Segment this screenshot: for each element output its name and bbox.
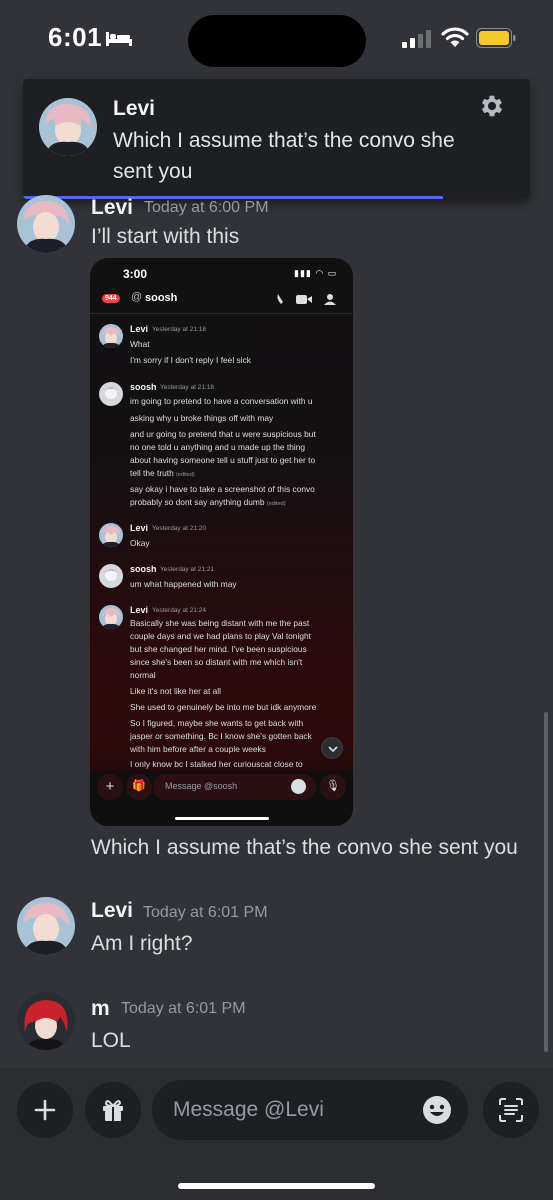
embedded-author: soosh — [130, 564, 157, 574]
embedded-avatar — [99, 605, 123, 629]
embedded-line: probably so dont say anything dumb (edit… — [130, 497, 286, 507]
embedded-line: She used to genuinely be into me but idk… — [130, 702, 317, 712]
embedded-avatar — [99, 324, 123, 348]
embedded-edited-label: (edited) — [176, 472, 195, 478]
embedded-line-text: probably so dont say anything dumb — [130, 497, 265, 507]
embedded-author: soosh — [130, 382, 157, 392]
message-text: I’ll start with this — [91, 225, 240, 248]
embedded-gift-icon: 🎁 — [126, 774, 152, 800]
embedded-channel-name: soosh — [145, 292, 178, 304]
embedded-line: and ur going to pretend that u were susp… — [130, 429, 316, 439]
avatar[interactable] — [17, 195, 75, 253]
embedded-line: jasper or something. Bc I know she's got… — [130, 731, 312, 741]
wifi-icon — [441, 27, 469, 47]
embedded-line: couple days and we had plans to play Val… — [130, 631, 311, 641]
embedded-line: about having someone tell u stuff just t… — [130, 455, 316, 465]
avatar[interactable] — [17, 992, 75, 1050]
gear-icon[interactable] — [478, 92, 506, 120]
battery-icon — [476, 28, 516, 48]
embedded-line: normal — [130, 670, 156, 680]
embedded-author: Levi — [130, 605, 149, 615]
embedded-line: tell the truth (edited) — [130, 468, 195, 478]
embedded-status-icons: ▮▮▮ ◠ ▭ — [294, 268, 338, 278]
cellular-signal-icon — [402, 30, 431, 48]
embedded-timestamp: Yesterday at 21:24 — [152, 607, 206, 614]
embedded-line: since she's been so distant with me whic… — [130, 657, 303, 667]
scrollbar[interactable] — [544, 712, 548, 1052]
embedded-author: Levi — [130, 523, 149, 533]
gift-button[interactable] — [85, 1082, 141, 1138]
embedded-emoji-icon — [291, 779, 306, 794]
message-text: Which I assume that’s the convo she sent… — [91, 836, 518, 859]
dynamic-island — [188, 15, 366, 67]
embedded-unread-badge: 944 — [102, 294, 120, 303]
embedded-message-placeholder: Message @soosh — [165, 781, 238, 791]
message-author[interactable]: m — [91, 997, 110, 1021]
embedded-plus-icon: + — [97, 774, 123, 800]
message-timestamp: Today at 6:01 PM — [121, 1000, 246, 1017]
message-text: LOL — [91, 1029, 131, 1052]
embedded-avatar — [99, 523, 123, 547]
embedded-line-text: tell the truth — [130, 468, 174, 478]
message-author[interactable]: Levi — [91, 899, 133, 923]
embedded-line: no one told u anything and u made up the… — [130, 442, 306, 452]
gift-icon — [103, 1100, 123, 1121]
message-timestamp: Today at 6:01 PM — [143, 904, 268, 921]
embedded-line: What — [130, 339, 150, 349]
embedded-home-indicator — [175, 817, 269, 820]
notification-text: Which I assume that’s the convo she sent… — [113, 129, 455, 183]
embedded-line: So I figured, maybe she wants to get bac… — [130, 718, 304, 728]
embedded-scroll-down-button — [321, 737, 343, 759]
add-attachment-button[interactable] — [17, 1082, 73, 1138]
embedded-edited-label: (edited) — [266, 501, 286, 507]
image-attachment[interactable]: 3:00 ▮▮▮ ◠ ▭ 944 @ soosh Levi Yesterday … — [90, 258, 353, 826]
message-input[interactable]: Message @Levi — [152, 1080, 468, 1140]
embedded-line: asking why u broke things off with may — [130, 413, 274, 423]
embedded-timestamp: Yesterday at 21:21 — [160, 566, 214, 573]
app-commands-icon — [499, 1098, 523, 1122]
emoji-icon[interactable] — [422, 1095, 452, 1125]
embedded-line: im going to pretend to have a conversati… — [130, 396, 313, 406]
embedded-line: I'm sorry if I don't reply I feel sick — [130, 355, 251, 365]
embedded-author: Levi — [130, 324, 149, 334]
embedded-line: with him before after a couple weeks — [130, 744, 266, 754]
embedded-timestamp: Yesterday at 21:20 — [152, 525, 206, 532]
embedded-avatar — [99, 564, 123, 588]
embedded-message-field: Message @soosh — [153, 774, 316, 800]
embedded-avatar — [99, 382, 123, 406]
sleep-focus-icon — [106, 32, 132, 46]
message-input-placeholder: Message @Levi — [173, 1098, 324, 1121]
message-timestamp: Today at 6:00 PM — [144, 199, 269, 216]
avatar — [39, 98, 97, 156]
message-author[interactable]: Levi — [91, 196, 133, 220]
embedded-at-symbol: @ — [131, 291, 143, 303]
status-time: 6:01 — [48, 22, 103, 52]
app-launcher-button[interactable] — [483, 1082, 539, 1138]
plus-icon — [34, 1099, 56, 1121]
embedded-line: but she changed her mind. I've been susp… — [130, 644, 307, 654]
embedded-timestamp: Yesterday at 21:18 — [152, 326, 206, 333]
embedded-call-icons — [277, 294, 336, 305]
avatar[interactable] — [17, 897, 75, 955]
embedded-line: say okay i have to take a screenshot of … — [130, 484, 315, 494]
embedded-line: Like it's not like her at all — [130, 686, 221, 696]
embedded-timestamp: Yesterday at 21:18 — [160, 384, 214, 391]
notification-author: Levi — [113, 97, 156, 120]
embedded-line: I only know bc I stalked her curiouscat … — [130, 759, 303, 769]
message-text: Am I right? — [91, 932, 193, 955]
embedded-line: Okay — [130, 538, 150, 548]
embedded-line: Basically she was being distant with me … — [130, 618, 310, 628]
embedded-mic-icon: 🎙 — [320, 774, 346, 800]
embedded-line: um what happened with may — [130, 579, 237, 589]
home-indicator[interactable] — [178, 1183, 375, 1189]
embedded-status-time: 3:00 — [123, 267, 148, 281]
message-notification[interactable]: Levi Which I assume that’s the convo she… — [23, 79, 530, 199]
